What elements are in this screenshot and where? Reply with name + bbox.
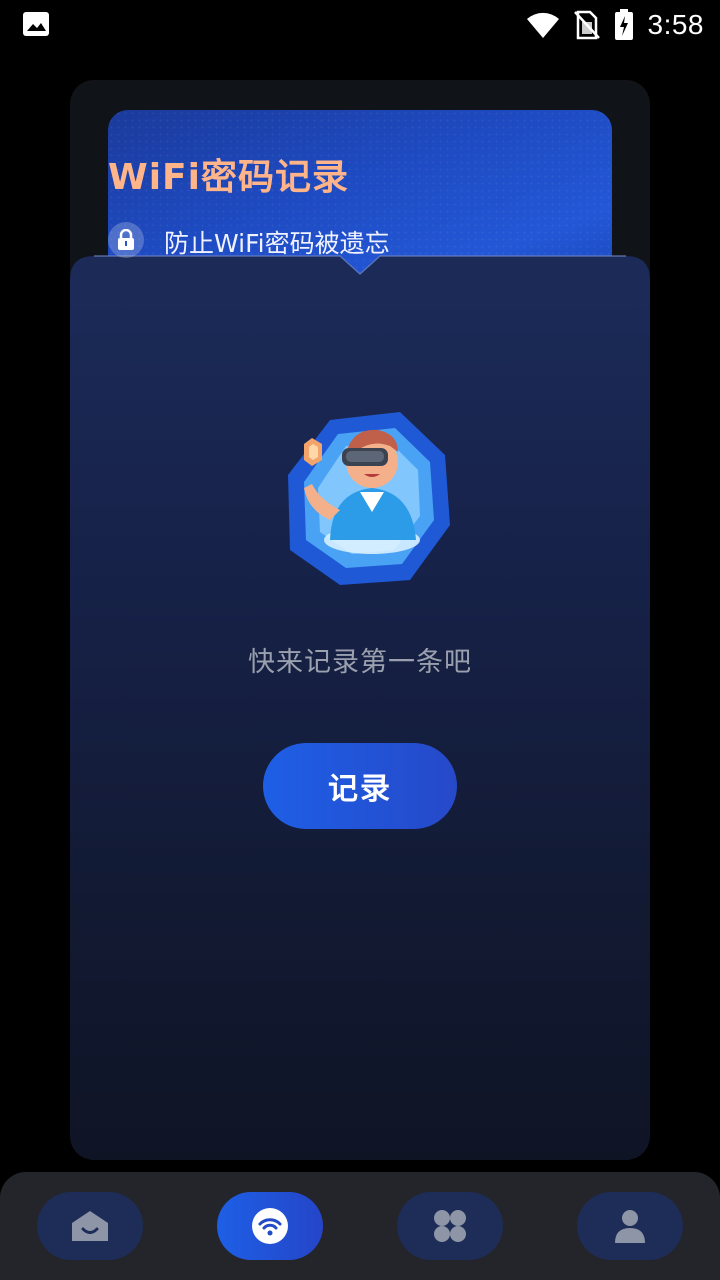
record-button[interactable]: 记录 <box>263 743 457 829</box>
apps-icon <box>434 1210 466 1242</box>
profile-icon <box>615 1210 645 1243</box>
main-card: WiFi密码记录 防止WiFi密码被遗忘 快来记录第一条吧 记录 <box>70 80 650 1160</box>
status-bar: 3:58 <box>0 0 720 50</box>
gallery-icon <box>23 12 49 36</box>
status-time: 3:58 <box>647 9 704 40</box>
nav-profile[interactable] <box>577 1192 683 1260</box>
battery-charging-icon <box>614 9 633 40</box>
nav-apps[interactable] <box>397 1192 503 1260</box>
no-sim-icon <box>573 10 600 40</box>
bottom-nav <box>0 1172 720 1280</box>
wifi-icon <box>252 1208 288 1244</box>
vr-person-illustration <box>288 412 450 585</box>
wifi-icon <box>526 12 559 39</box>
lock-icon <box>108 222 144 258</box>
nav-wifi[interactable] <box>217 1192 323 1260</box>
nav-home[interactable] <box>37 1192 143 1260</box>
home-icon <box>72 1211 108 1241</box>
banner-subtitle: 防止WiFi密码被遗忘 <box>164 229 390 258</box>
empty-state-message: 快来记录第一条吧 <box>248 647 472 678</box>
page-title: WiFi密码记录 <box>108 157 349 198</box>
